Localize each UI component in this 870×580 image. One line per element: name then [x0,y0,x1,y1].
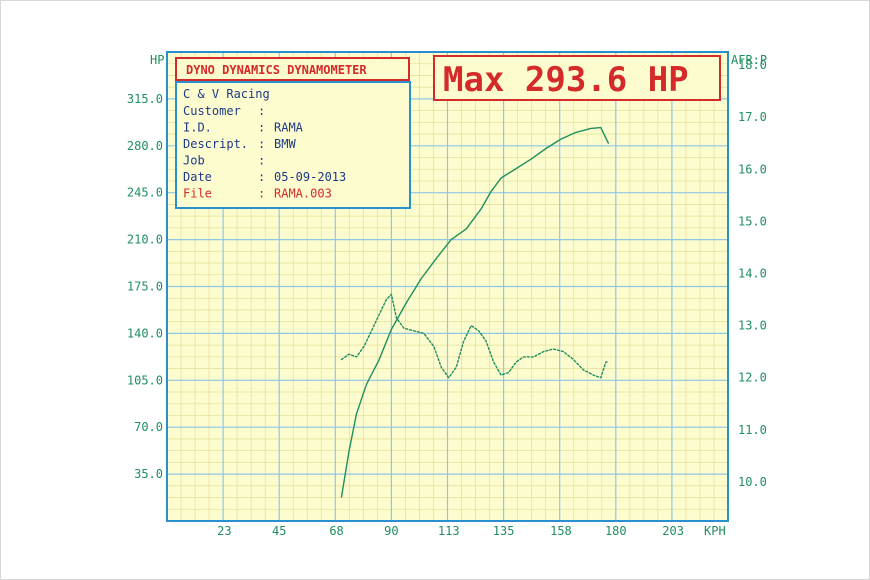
info-value: RAMA [274,121,304,135]
info-value: BMW [274,137,296,151]
x-tick-label: 90 [384,524,398,538]
y-right-tick-label: 15.0 [738,214,767,228]
y-right-tick-label: 13.0 [738,319,767,333]
info-label: Customer [183,104,241,118]
x-tick-label: 158 [550,524,572,538]
y-right-tick-label: 10.0 [738,475,767,489]
y-left-tick-label: 210.0 [127,233,163,247]
y-right-tick-label: 12.0 [738,371,767,385]
x-tick-label: 135 [493,524,515,538]
y-left-tick-label: 245.0 [127,186,163,200]
x-tick-label: 180 [605,524,627,538]
info-label: Job [183,154,205,168]
dyno-title: DYNO DYNAMICS DYNAMOMETER [186,63,367,77]
info-separator: : [258,104,265,118]
right-unit-label: AFR:P [731,53,767,67]
info-separator: : [258,154,265,168]
x-tick-label: 113 [438,524,460,538]
y-left-tick-label: 280.0 [127,139,163,153]
y-left-tick-label: 140.0 [127,326,163,340]
x-tick-label: 203 [662,524,684,538]
y-left-tick-label: 175.0 [127,280,163,294]
info-separator: : [258,187,265,201]
info-value: RAMA.003 [274,187,332,201]
info-label: Date [183,170,212,184]
y-right-tick-label: 11.0 [738,423,767,437]
y-right-tick-label: 17.0 [738,110,767,124]
y-left-tick-label: 315.0 [127,92,163,106]
shop-name: C & V Racing [183,87,270,101]
info-separator: : [258,137,265,151]
max-reading: Max 293.6 HP [443,60,689,100]
y-right-tick-label: 14.0 [738,266,767,280]
info-label: Descript. [183,137,248,151]
info-label: I.D. [183,121,212,135]
left-unit-label: HP [150,53,164,67]
y-left-tick-label: 105.0 [127,373,163,387]
info-separator: : [258,170,265,184]
y-left-tick-label: 70.0 [134,420,163,434]
x-tick-label: 45 [272,524,286,538]
x-tick-label: 23 [217,524,231,538]
y-right-tick-label: 16.0 [738,162,767,176]
x-unit-label: KPH [704,524,726,538]
y-left-tick-label: 35.0 [134,467,163,481]
info-label: File [183,187,212,201]
info-separator: : [258,121,265,135]
dyno-chart: 23 45 68 90 113 135 158 180 203 35.0 70.0 105.0 140.… [127,51,767,538]
x-tick-label: 68 [329,524,343,538]
info-value: 05-09-2013 [274,170,346,184]
